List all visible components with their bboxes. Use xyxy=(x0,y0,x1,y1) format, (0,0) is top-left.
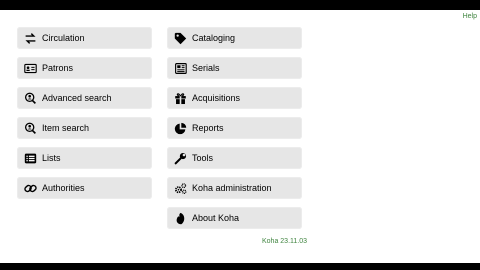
search-people-icon xyxy=(23,121,37,135)
serials-label: Serials xyxy=(192,63,220,73)
authorities-label: Authorities xyxy=(42,183,85,193)
tools-button[interactable]: Tools xyxy=(167,147,302,169)
list-icon xyxy=(23,151,37,165)
koha-version: Koha 23.11.03 xyxy=(262,238,308,245)
serials-button[interactable]: Serials xyxy=(167,57,302,79)
help-link[interactable]: Help xyxy=(463,13,477,20)
lists-button[interactable]: Lists xyxy=(17,147,152,169)
koha-administration-label: Koha administration xyxy=(192,183,272,193)
reports-label: Reports xyxy=(192,123,224,133)
cataloging-button[interactable]: Cataloging xyxy=(167,27,302,49)
reports-button[interactable]: Reports xyxy=(167,117,302,139)
patrons-button[interactable]: Patrons xyxy=(17,57,152,79)
patrons-label: Patrons xyxy=(42,63,74,73)
koha-logo-icon xyxy=(173,211,187,225)
about-koha-button[interactable]: About Koha xyxy=(167,207,302,229)
about-koha-label: About Koha xyxy=(192,213,240,223)
tag-icon xyxy=(173,31,187,45)
advanced-search-button[interactable]: Advanced search xyxy=(17,87,152,109)
tools-label: Tools xyxy=(192,153,214,163)
advanced-search-label: Advanced search xyxy=(42,93,112,103)
item-search-label: Item search xyxy=(42,123,90,133)
acquisitions-button[interactable]: Acquisitions xyxy=(167,87,302,109)
gift-icon xyxy=(173,91,187,105)
top-bar xyxy=(0,0,480,10)
koha-administration-button[interactable]: Koha administration xyxy=(167,177,302,199)
search-people-icon xyxy=(23,91,37,105)
newspaper-icon xyxy=(173,61,187,75)
wrench-icon xyxy=(173,151,187,165)
acquisitions-label: Acquisitions xyxy=(192,93,241,103)
authorities-button[interactable]: Authorities xyxy=(17,177,152,199)
item-search-button[interactable]: Item search xyxy=(17,117,152,139)
circulation-button[interactable]: Circulation xyxy=(17,27,152,49)
exchange-arrows-icon xyxy=(23,31,37,45)
cataloging-label: Cataloging xyxy=(192,33,236,43)
bottom-bar xyxy=(0,263,480,270)
id-card-icon xyxy=(23,61,37,75)
gears-icon xyxy=(173,181,187,195)
link-icon xyxy=(23,181,37,195)
pie-chart-icon xyxy=(173,121,187,135)
lists-label: Lists xyxy=(42,153,61,163)
circulation-label: Circulation xyxy=(42,33,85,43)
